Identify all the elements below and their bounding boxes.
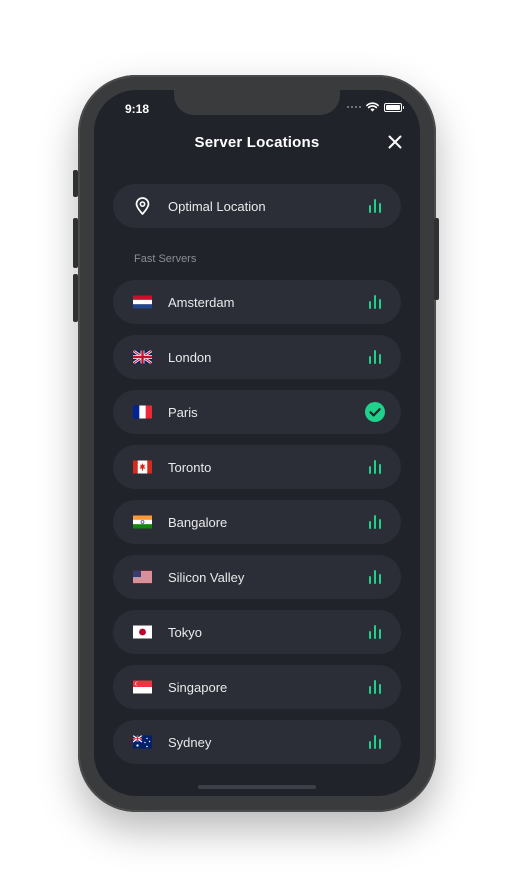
server-name: Paris [168, 404, 198, 420]
server-row-amsterdam[interactable]: Amsterdam [113, 280, 401, 324]
signal-strength-icon [369, 570, 381, 584]
server-row-sydney[interactable]: Sydney [113, 720, 401, 764]
uk-flag-icon [133, 350, 152, 364]
signal-strength-icon [369, 735, 381, 749]
section-label-fast-servers: Fast Servers [134, 253, 197, 265]
usa-flag-icon [133, 570, 152, 584]
wifi-icon [366, 102, 379, 112]
server-name: Amsterdam [168, 294, 235, 310]
japan-flag-icon [133, 625, 152, 639]
australia-flag-icon [133, 735, 152, 749]
close-icon[interactable] [386, 133, 404, 151]
netherlands-flag-icon [133, 295, 152, 309]
power-button [434, 218, 439, 300]
server-name: Bangalore [168, 514, 228, 530]
server-row-london[interactable]: London [113, 335, 401, 379]
server-name: Tokyo [168, 624, 202, 640]
server-name: London [168, 349, 212, 365]
signal-strength-icon [369, 515, 381, 529]
status-time: 9:18 [125, 102, 150, 116]
server-row-bangalore[interactable]: Bangalore [113, 500, 401, 544]
server-row-toronto[interactable]: Toronto [113, 445, 401, 489]
battery-icon [384, 102, 404, 112]
india-flag-icon [133, 515, 152, 529]
optimal-location-row[interactable]: Optimal Location [113, 184, 401, 228]
status-icons [347, 102, 404, 112]
server-name: Sydney [168, 734, 212, 750]
cellular-signal-icon [347, 106, 361, 108]
singapore-flag-icon [133, 680, 152, 694]
signal-strength-icon [369, 460, 381, 474]
volume-down-button [73, 274, 78, 322]
server-name: Silicon Valley [168, 569, 245, 585]
signal-strength-icon [369, 350, 381, 364]
signal-strength-icon [369, 625, 381, 639]
location-pin-icon [135, 197, 150, 215]
mute-switch [73, 170, 78, 197]
signal-strength-icon [369, 199, 381, 213]
optimal-location-label: Optimal Location [168, 198, 266, 214]
signal-strength-icon [369, 680, 381, 694]
server-row-tokyo[interactable]: Tokyo [113, 610, 401, 654]
notch [174, 90, 340, 115]
selected-check-icon [365, 402, 385, 422]
signal-strength-icon [369, 295, 381, 309]
app-screen: 9:18 Server Locations Optimal Location F… [94, 90, 420, 796]
volume-up-button [73, 218, 78, 268]
server-row-paris[interactable]: Paris [113, 390, 401, 434]
page-title: Server Locations [194, 134, 320, 151]
canada-flag-icon [133, 460, 152, 474]
server-row-singapore[interactable]: Singapore [113, 665, 401, 709]
server-name: Toronto [168, 459, 212, 475]
server-row-silicon-valley[interactable]: Silicon Valley [113, 555, 401, 599]
server-name: Singapore [168, 679, 228, 695]
france-flag-icon [133, 405, 152, 419]
home-indicator[interactable] [198, 785, 316, 789]
